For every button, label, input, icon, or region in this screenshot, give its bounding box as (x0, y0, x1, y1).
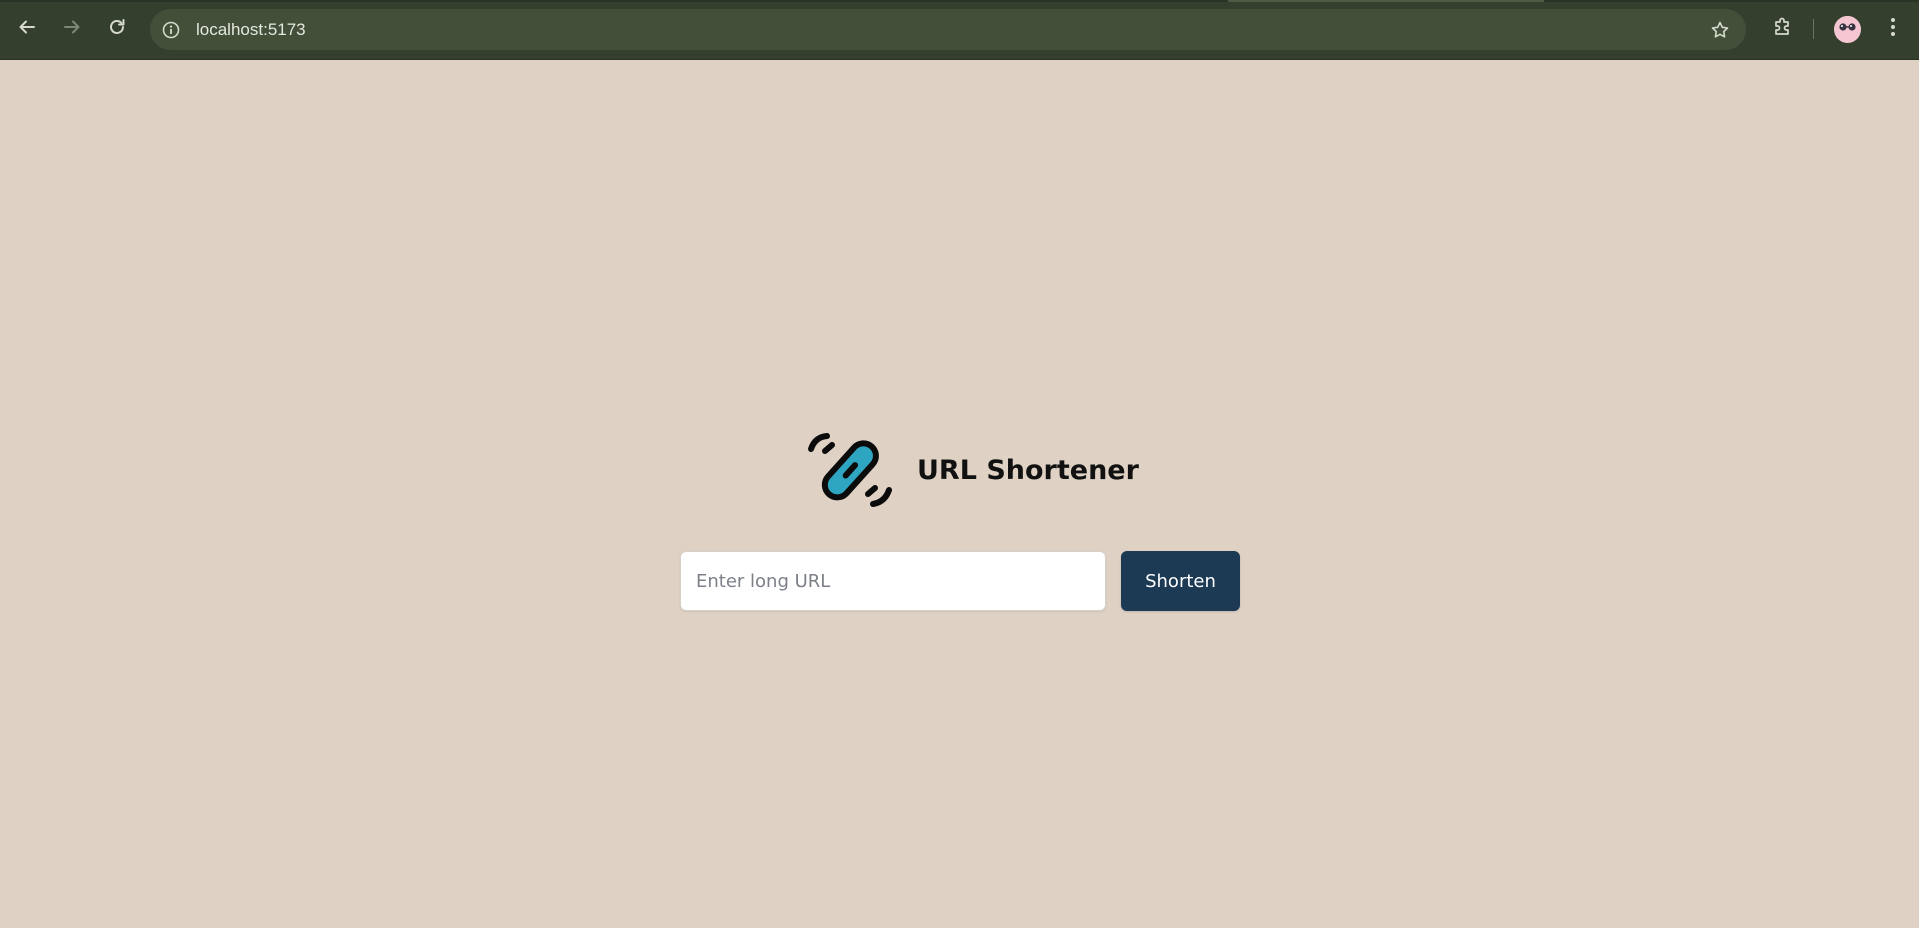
long-url-input[interactable] (680, 551, 1106, 611)
app-header: URL Shortener (805, 427, 1139, 513)
kebab-menu-icon (1890, 17, 1896, 42)
reload-button[interactable] (100, 12, 134, 46)
extensions-button[interactable] (1766, 13, 1798, 45)
puzzle-icon (1771, 16, 1793, 43)
address-bar[interactable]: localhost:5173 (150, 9, 1746, 50)
info-icon[interactable] (160, 19, 182, 41)
tab-strip-highlight (1228, 0, 1544, 2)
arrow-right-icon (62, 17, 82, 42)
forward-button[interactable] (55, 12, 89, 46)
shorten-button[interactable]: Shorten (1121, 551, 1240, 611)
avatar-icon (1834, 16, 1861, 43)
browser-toolbar: localhost:5173 (0, 0, 1919, 60)
chain-link-icon (805, 427, 895, 513)
reload-icon (107, 17, 127, 42)
tab-strip (0, 0, 1919, 2)
toolbar-divider (1813, 19, 1814, 39)
url-text[interactable]: localhost:5173 (196, 20, 306, 40)
browser-menu-button[interactable] (1880, 13, 1906, 45)
star-icon[interactable] (1708, 18, 1732, 42)
back-button[interactable] (10, 12, 44, 46)
shorten-form: Shorten (680, 551, 1240, 611)
arrow-left-icon (17, 17, 37, 42)
page-title: URL Shortener (917, 454, 1139, 486)
profile-avatar[interactable] (1834, 16, 1861, 43)
